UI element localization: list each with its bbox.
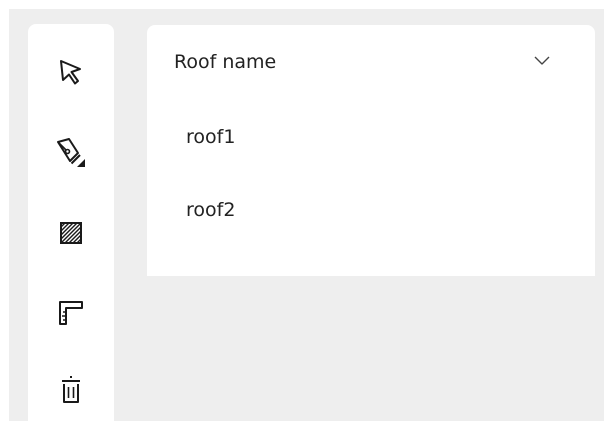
draw-tool-button[interactable] [28,127,114,179]
dropdown-option-roof1[interactable]: roof1 [147,112,595,162]
cursor-arrow-icon [60,60,81,85]
measure-tool-button[interactable] [28,287,114,339]
pen-tool-icon [57,138,85,167]
tool-sidebar [28,24,114,421]
dropdown-option-roof2[interactable]: roof2 [147,185,595,235]
trash-icon [62,376,80,403]
corner-ruler-icon [59,301,83,325]
select-tool-button[interactable] [28,47,114,99]
area-tool-button[interactable] [28,207,114,259]
hatched-area-icon [60,222,82,244]
option-label: roof1 [186,126,236,148]
roof-name-dropdown: Roof name roof1 roof2 [147,25,595,276]
roof-name-dropdown-toggle[interactable]: Roof name [147,25,595,99]
delete-tool-button[interactable] [28,364,114,416]
dropdown-title: Roof name [174,51,277,73]
option-label: roof2 [186,199,236,221]
chevron-down-icon [534,56,550,65]
